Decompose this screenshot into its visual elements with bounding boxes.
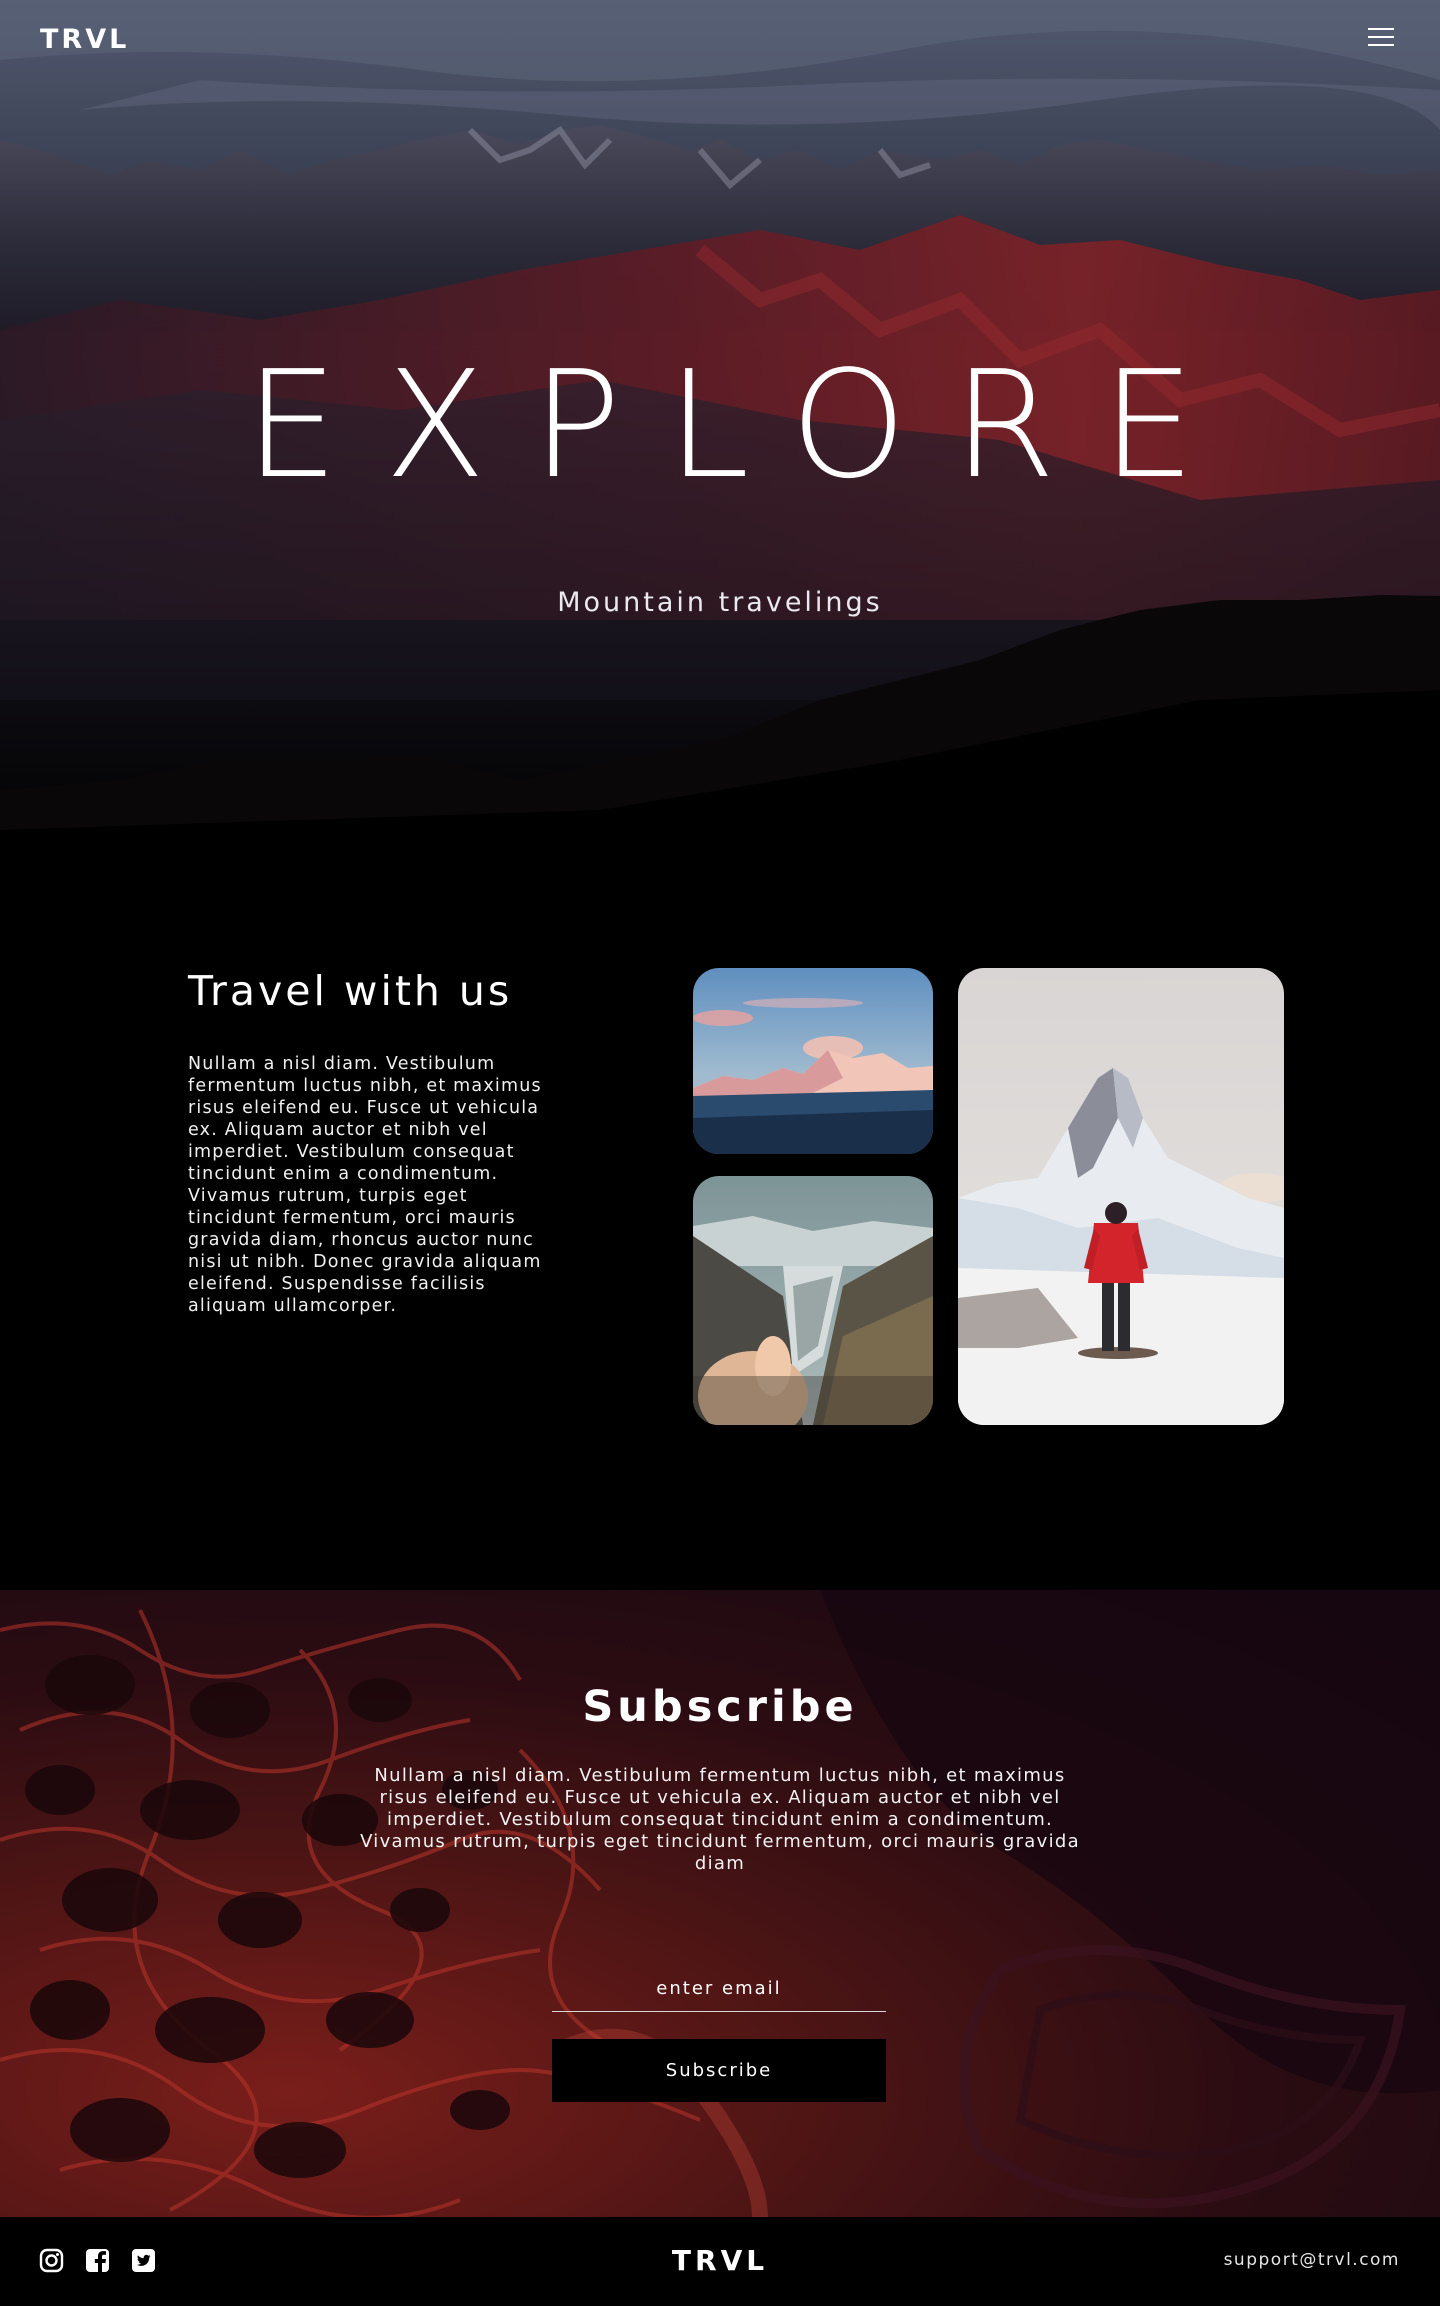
hero-title: EXPLORE bbox=[244, 339, 1242, 511]
travel-heading: Travel with us bbox=[188, 967, 513, 1015]
site-logo[interactable]: TRVL bbox=[40, 24, 129, 55]
hiker-red-jacket-photo bbox=[958, 968, 1284, 1425]
hero-section: TRVL EXPLORE Mountain travelings bbox=[0, 0, 1440, 850]
email-input[interactable] bbox=[552, 1965, 886, 2012]
travel-description: Nullam a nisl diam. Vestibulum fermentum… bbox=[188, 1054, 542, 1316]
subscribe-description: Nullam a nisl diam. Vestibulum fermentum… bbox=[360, 1765, 1080, 1874]
footer: TRVL support@trvl.com bbox=[0, 2217, 1440, 2306]
subscribe-section: Subscribe Nullam a nisl diam. Vestibulum… bbox=[0, 1590, 1440, 2217]
travel-section: Travel with us Nullam a nisl diam. Vesti… bbox=[0, 850, 1440, 1590]
sunset-mountains-photo bbox=[693, 968, 933, 1154]
twitter-icon[interactable] bbox=[131, 2248, 156, 2273]
glacier-valley-photo bbox=[693, 1176, 933, 1425]
facebook-icon[interactable] bbox=[85, 2248, 110, 2273]
hamburger-menu-icon[interactable] bbox=[1368, 26, 1394, 48]
subscribe-button[interactable]: Subscribe bbox=[552, 2039, 886, 2102]
hero-subtitle: Mountain travelings bbox=[557, 587, 883, 618]
subscribe-heading: Subscribe bbox=[582, 1682, 858, 1732]
instagram-icon[interactable] bbox=[39, 2248, 64, 2273]
support-email-link[interactable]: support@trvl.com bbox=[1224, 2250, 1400, 2270]
